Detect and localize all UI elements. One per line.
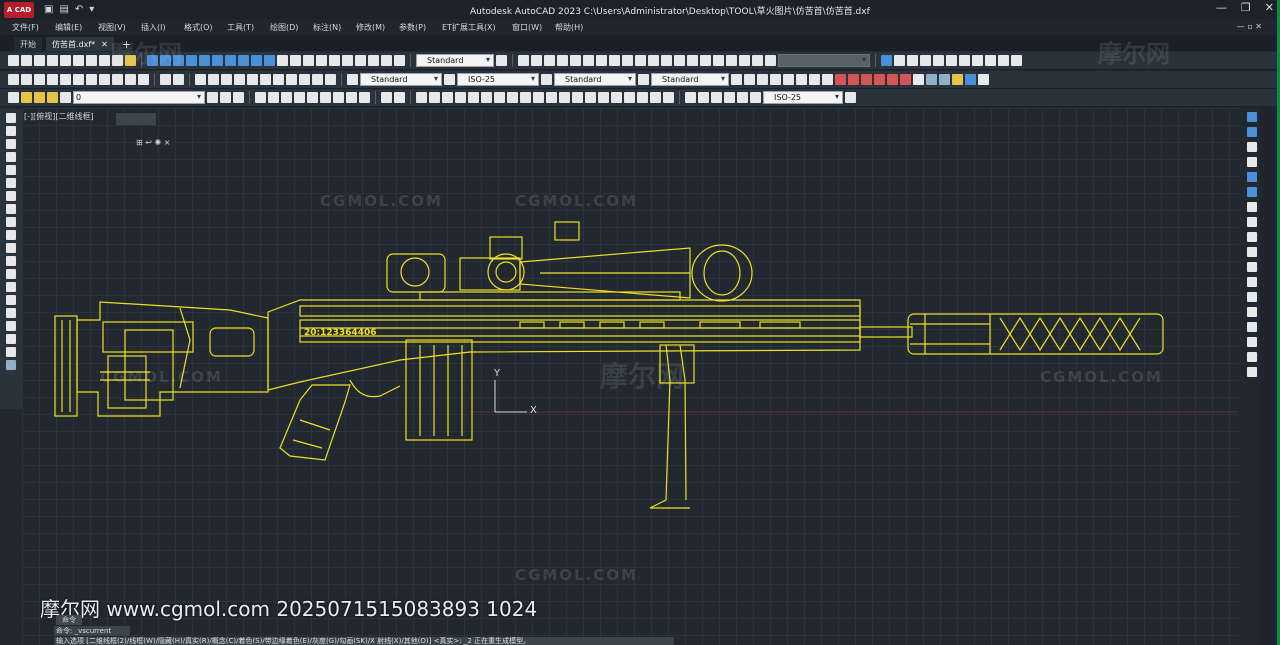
buttpad-shape: [54, 315, 78, 417]
ucs-y-label: Y: [493, 368, 501, 379]
region-icon[interactable]: [6, 321, 16, 331]
mirror-icon[interactable]: [1247, 142, 1257, 152]
barrel-shape: [859, 326, 913, 338]
polygon-icon[interactable]: [6, 152, 16, 162]
wireframe-lines: [54, 221, 1238, 509]
grip-shape: [279, 384, 351, 461]
polyline-icon[interactable]: [6, 139, 16, 149]
explode-icon[interactable]: [1247, 352, 1257, 362]
drawing-window-controls[interactable]: — ▫ ✕: [1237, 22, 1262, 31]
rotate-icon[interactable]: [1247, 202, 1257, 212]
break-icon[interactable]: [1247, 277, 1257, 287]
move-icon[interactable]: [1247, 187, 1257, 197]
close-button[interactable]: ✕: [1265, 1, 1274, 14]
autocad-window: A CAD ▣ ▤ ↶ ▾ Autodesk AutoCAD 2023 C:\U…: [0, 0, 1280, 645]
point-icon[interactable]: [6, 282, 16, 292]
receiver-shape: [267, 299, 861, 391]
array-icon[interactable]: [1247, 172, 1257, 182]
serial-number-text: 20:123364406: [304, 328, 376, 338]
blend-icon[interactable]: [1247, 337, 1257, 347]
scale-icon[interactable]: [1247, 217, 1257, 227]
trim-icon[interactable]: [1247, 247, 1257, 257]
fillet-icon[interactable]: [1247, 322, 1257, 332]
mtext-icon[interactable]: [6, 347, 16, 357]
offset-icon[interactable]: [1247, 157, 1257, 167]
line-icon[interactable]: [6, 113, 16, 123]
erase-icon[interactable]: [1247, 112, 1257, 122]
extend-icon[interactable]: [1247, 262, 1257, 272]
ellipse-icon[interactable]: [6, 230, 16, 240]
copy-object-icon[interactable]: [1247, 127, 1257, 137]
rectangle-icon[interactable]: [6, 165, 16, 175]
make-block-icon[interactable]: [6, 269, 16, 279]
draw-toolbar: [0, 109, 22, 409]
gradient-icon[interactable]: [6, 308, 16, 318]
revcloud-icon[interactable]: [6, 204, 16, 214]
command-history-label: 命令: [56, 615, 82, 625]
ellipse-arc-icon[interactable]: [6, 243, 16, 253]
circle-icon[interactable]: [6, 191, 16, 201]
ucs-x-label: X: [530, 405, 537, 416]
trigger-guard-shape: [349, 379, 401, 398]
bipod-leg: [679, 344, 687, 501]
hatch-icon[interactable]: [6, 295, 16, 305]
chamfer-icon[interactable]: [1247, 307, 1257, 317]
spline-icon[interactable]: [6, 217, 16, 227]
restore-button[interactable]: ❐: [1241, 1, 1251, 14]
join-icon[interactable]: [1247, 292, 1257, 302]
command-prompt-line[interactable]: 输入选项 [二维线框(2)/线框(W)/隐藏(H)/真实(R)/概念(C)/着色…: [54, 637, 674, 645]
suppressor-shape: [907, 313, 1164, 355]
command-history-line: 命令: _vscurrent: [54, 626, 130, 636]
rifle-wireframe: 20:123364406 Y X: [54, 221, 1238, 509]
lengthen-icon[interactable]: [1247, 367, 1257, 377]
ucs-icon: [494, 380, 527, 413]
insert-block-icon[interactable]: [6, 256, 16, 266]
modify-toolbar: [1244, 112, 1260, 382]
table-draw-icon[interactable]: [6, 334, 16, 344]
construction-line-icon[interactable]: [6, 126, 16, 136]
add-selected-icon[interactable]: [6, 360, 16, 370]
footer-watermark: 摩尔网 www.cgmol.com 2025071515083893 1024: [40, 597, 538, 621]
arc-icon[interactable]: [6, 178, 16, 188]
stretch-icon[interactable]: [1247, 232, 1257, 242]
